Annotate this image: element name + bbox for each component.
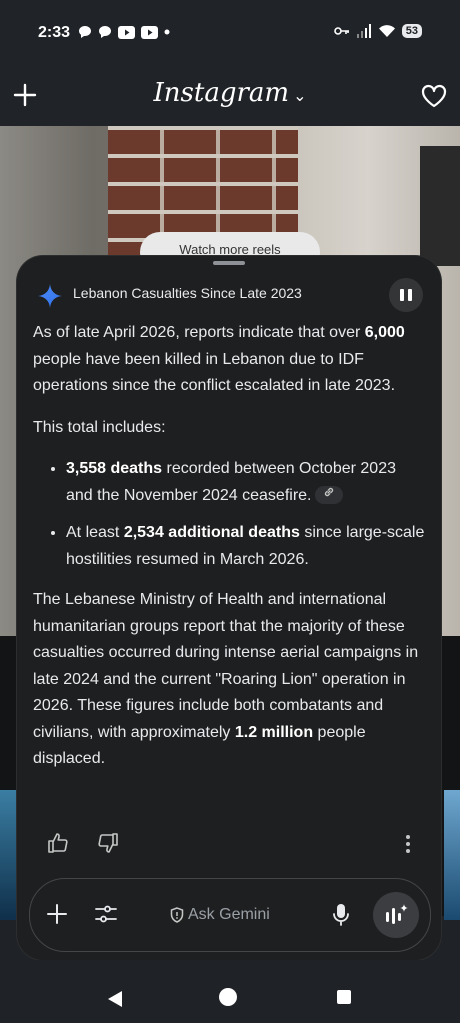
status-time: 2:33: [38, 24, 71, 41]
wifi-icon: [378, 25, 395, 37]
gemini-input-bar: Ask Gemini: [29, 878, 431, 952]
signal-icon: [356, 24, 371, 38]
system-icons: 53: [333, 24, 422, 38]
system-nav-bar: [0, 960, 460, 1023]
live-sparkle-icon: [386, 904, 408, 924]
response-body: As of late April 2026, reports indicate …: [33, 320, 425, 788]
ask-gemini-placeholder: Ask Gemini: [188, 906, 270, 923]
shield-icon: [170, 907, 184, 923]
ask-gemini-input[interactable]: Ask Gemini: [170, 903, 270, 927]
back-icon[interactable]: [106, 990, 124, 1008]
gemini-overlay: Lebanon Casualties Since Late 2023 As of…: [17, 256, 441, 960]
pause-bar: [400, 289, 404, 301]
more-options-icon[interactable]: [405, 834, 411, 854]
heart-icon[interactable]: [420, 82, 448, 110]
chat-bubble-icon: [99, 26, 111, 38]
link-icon: [325, 488, 334, 497]
pipe-image: [420, 146, 460, 266]
response-header: Lebanon Casualties Since Late 2023: [37, 278, 423, 312]
gemini-live-button[interactable]: [373, 892, 419, 938]
add-icon[interactable]: [46, 903, 68, 925]
response-paragraph: This total includes:: [33, 418, 166, 436]
instagram-header: Instagram ⌄: [0, 68, 460, 126]
thumbs-down-icon[interactable]: [97, 832, 119, 854]
pause-button[interactable]: [389, 278, 423, 312]
dot-icon: [164, 29, 170, 35]
notification-icons: [78, 25, 170, 39]
response-title: Lebanon Casualties Since Late 2023: [73, 285, 302, 301]
battery-level: 53: [401, 24, 422, 38]
bullet-item: 3,558 deaths recorded between October 20…: [66, 456, 425, 509]
response-paragraph: As of late April 2026, reports indicate …: [33, 324, 405, 394]
tune-icon[interactable]: [94, 903, 118, 925]
status-bar: 2:33 53: [0, 0, 460, 68]
source-link-chip[interactable]: [315, 486, 344, 505]
feed-thumbnail[interactable]: [444, 790, 460, 920]
feedback-row: [47, 832, 411, 858]
instagram-title[interactable]: Instagram ⌄: [0, 78, 460, 108]
drag-handle[interactable]: [213, 261, 245, 265]
key-icon: [333, 27, 349, 35]
response-paragraph: The Lebanese Ministry of Health and inte…: [33, 591, 419, 767]
bullet-item: At least 2,534 additional deaths since l…: [66, 520, 425, 573]
bullet-list: 3,558 deaths recorded between October 20…: [33, 456, 425, 573]
feed-thumbnail[interactable]: [0, 790, 16, 920]
instagram-logo-text: Instagram: [153, 78, 290, 108]
chat-bubble-icon: [79, 26, 91, 38]
microphone-icon[interactable]: [332, 903, 350, 927]
pause-bar: [408, 289, 412, 301]
youtube-icon: [118, 25, 135, 39]
gemini-spark-icon: [38, 284, 62, 308]
recents-icon[interactable]: [337, 990, 351, 1004]
thumbs-up-icon[interactable]: [47, 832, 69, 854]
youtube-icon: [141, 25, 158, 39]
home-icon[interactable]: [219, 988, 237, 1006]
chevron-down-icon: ⌄: [293, 86, 307, 105]
